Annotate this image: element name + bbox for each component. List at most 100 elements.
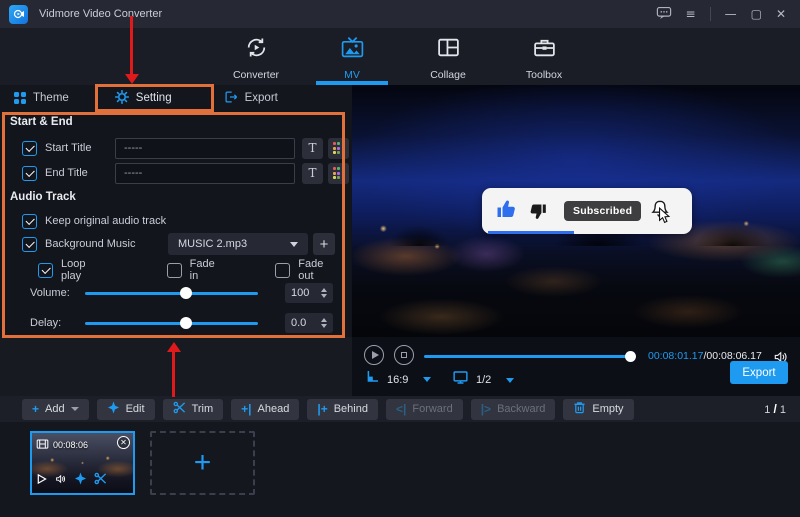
add-button[interactable]: + Add xyxy=(22,399,89,420)
panel-footer-spacer xyxy=(0,337,352,396)
start-end-header: Start & End xyxy=(10,116,73,128)
end-title-label: End Title xyxy=(45,167,97,179)
thumbs-underline xyxy=(488,231,574,234)
seek-thumb[interactable] xyxy=(625,351,636,362)
thumbs-down-icon xyxy=(527,201,548,222)
converter-icon xyxy=(244,35,269,65)
plus-icon: + xyxy=(320,237,329,252)
edit-button[interactable]: Edit xyxy=(97,399,155,420)
volume-slider-thumb[interactable] xyxy=(180,287,192,299)
delay-slider[interactable] xyxy=(85,322,258,325)
chevron-down-icon xyxy=(290,242,298,247)
fade-in-checkbox[interactable] xyxy=(167,263,182,278)
close-button[interactable]: ✕ xyxy=(776,8,786,20)
nav-toolbox[interactable]: Toolbox xyxy=(508,28,580,85)
add-clip-slot[interactable]: + xyxy=(150,431,255,495)
clip-counter: 1 / 1 xyxy=(764,402,786,416)
titlebar: Vidmore Video Converter ≡ — ▢ ✕ xyxy=(0,0,800,28)
behind-icon: |+ xyxy=(317,403,327,415)
keep-original-checkbox[interactable] xyxy=(22,214,37,229)
nav-converter-label: Converter xyxy=(233,69,279,81)
end-title-color-button[interactable] xyxy=(328,163,349,184)
nav-collage[interactable]: Collage xyxy=(412,28,484,85)
tab-theme[interactable]: Theme xyxy=(0,85,83,111)
seek-bar[interactable] xyxy=(424,355,634,358)
edit-star-icon xyxy=(107,401,120,417)
nav-mv[interactable]: MV xyxy=(316,28,388,85)
settings-panel: Start & End Start Title T End Title T Au… xyxy=(0,111,352,337)
minimize-button[interactable]: — xyxy=(725,8,737,20)
video-preview[interactable]: Subscribed xyxy=(352,85,800,337)
volume-label: Volume: xyxy=(30,287,80,299)
ahead-button[interactable]: +| Ahead xyxy=(231,399,299,420)
end-title-font-button[interactable]: T xyxy=(302,163,323,184)
end-title-checkbox[interactable] xyxy=(22,166,37,181)
audio-track-header: Audio Track xyxy=(10,191,76,203)
spinner-arrows-icon[interactable] xyxy=(321,318,327,328)
nav-mv-label: MV xyxy=(344,69,360,81)
behind-button[interactable]: |+ Behind xyxy=(307,399,378,420)
player-bar: 00:08:01.17/00:08:06.17 16:9 1/2 Export xyxy=(352,337,800,396)
tab-setting[interactable]: Setting xyxy=(101,85,186,111)
feedback-icon[interactable] xyxy=(656,6,672,22)
backward-button[interactable]: |> Backward xyxy=(471,399,556,420)
volume-value: 100 xyxy=(291,287,309,299)
clip-edit-star-icon[interactable] xyxy=(74,472,87,490)
gear-icon xyxy=(115,90,129,107)
tab-setting-label: Setting xyxy=(136,92,172,104)
clip-play-icon[interactable] xyxy=(36,472,47,490)
start-title-color-button[interactable] xyxy=(328,138,349,159)
stop-icon xyxy=(401,352,408,359)
tab-export[interactable]: Export xyxy=(210,85,292,111)
delay-spinner[interactable]: 0.0 xyxy=(285,313,333,333)
volume-spinner[interactable]: 100 xyxy=(285,283,333,303)
trim-button[interactable]: Trim xyxy=(163,399,224,420)
thumbs-group xyxy=(495,197,548,226)
page-indicator: 1/2 xyxy=(476,374,491,386)
volume-slider[interactable] xyxy=(85,292,258,295)
fade-out-checkbox[interactable] xyxy=(275,263,290,278)
color-grid-icon xyxy=(333,142,345,154)
end-title-input[interactable] xyxy=(115,163,295,184)
chevron-down-icon xyxy=(506,378,514,383)
timeline-clip[interactable]: 00:08:06 ✕ xyxy=(30,431,135,495)
nav-collage-label: Collage xyxy=(430,69,466,81)
aspect-ratio-icon xyxy=(364,369,380,390)
menu-icon[interactable]: ≡ xyxy=(686,8,696,20)
start-title-checkbox[interactable] xyxy=(22,141,37,156)
page-control[interactable]: 1/2 xyxy=(452,369,514,391)
background-music-checkbox[interactable] xyxy=(22,237,37,252)
add-music-button[interactable]: + xyxy=(313,233,335,255)
clip-audio-icon[interactable] xyxy=(54,472,67,490)
spinner-arrows-icon[interactable] xyxy=(321,288,327,298)
stop-button[interactable] xyxy=(394,345,414,365)
aspect-ratio-control[interactable]: 16:9 xyxy=(364,369,431,390)
export-icon xyxy=(224,90,238,107)
ahead-icon: +| xyxy=(241,403,251,415)
mv-icon xyxy=(340,35,365,65)
clip-duration: 00:08:06 xyxy=(53,440,88,450)
delay-slider-thumb[interactable] xyxy=(180,317,192,329)
music-select[interactable]: MUSIC 2.mp3 xyxy=(168,233,308,255)
nav-converter[interactable]: Converter xyxy=(220,28,292,85)
empty-button[interactable]: Empty xyxy=(563,399,633,420)
subscribed-button: Subscribed xyxy=(564,201,641,221)
chevron-down-icon xyxy=(423,377,431,382)
start-title-input[interactable] xyxy=(115,138,295,159)
export-button[interactable]: Export xyxy=(730,361,788,384)
start-title-font-button[interactable]: T xyxy=(302,138,323,159)
clip-scissors-icon[interactable] xyxy=(94,472,107,490)
forward-icon: <| xyxy=(396,403,406,415)
toolbox-icon xyxy=(532,35,557,65)
maximize-button[interactable]: ▢ xyxy=(751,8,762,20)
mouse-cursor-icon xyxy=(658,207,671,230)
monitor-icon xyxy=(452,369,469,391)
bell-icon xyxy=(649,198,673,224)
forward-button[interactable]: <| Forward xyxy=(386,399,463,420)
clip-close-button[interactable]: ✕ xyxy=(117,436,130,449)
loop-play-checkbox[interactable] xyxy=(38,263,53,278)
delay-value: 0.0 xyxy=(291,317,306,329)
window-title: Vidmore Video Converter xyxy=(39,8,162,20)
play-button[interactable] xyxy=(364,345,384,365)
background-music-label: Background Music xyxy=(45,238,136,250)
